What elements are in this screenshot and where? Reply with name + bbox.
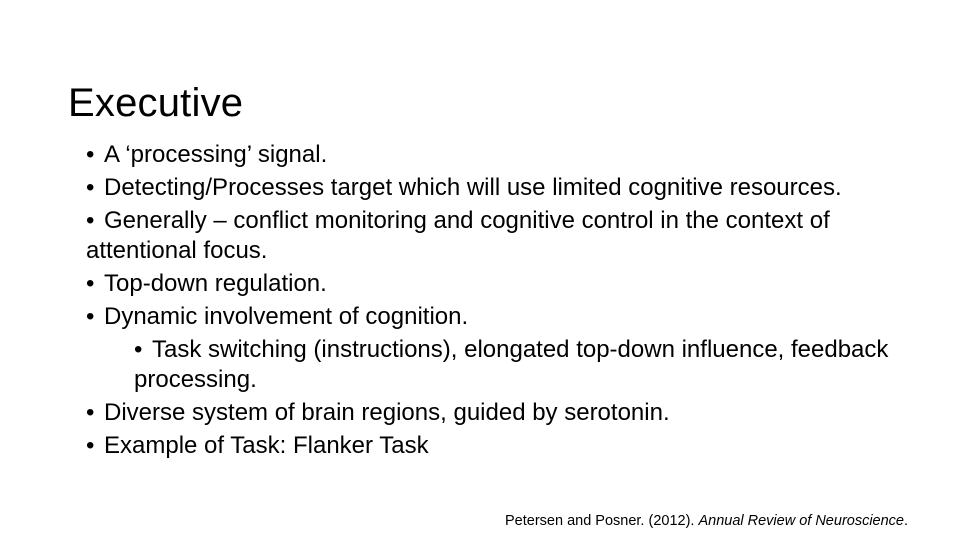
citation-authors-year: Petersen and Posner. (2012). [505,513,699,529]
list-item: • Generally – conflict monitoring and cog… [66,206,906,266]
list-item: • Detecting/Processes target which will u… [66,173,906,203]
list-item-text: Task switching (instructions), elongated… [134,336,889,393]
page-title: Executive [68,80,244,125]
slide-body: • A ‘processing’ signal. • Detecting/Proce… [66,140,906,464]
list-item-text: Top-down regulation. [104,270,327,297]
list-item: • Task switching (instructions), elongate… [66,335,906,395]
bullet-marker: • [86,207,95,234]
list-item-text: Example of Task: Flanker Task [104,432,429,459]
list-item-text: Detecting/Processes target which will us… [104,174,842,201]
slide: Executive • A ‘processing’ signal. • Detec… [0,0,960,540]
list-item: • Diverse system of brain regions, guided… [66,398,906,428]
bullet-marker: • [86,432,95,459]
citation: Petersen and Posner. (2012). Annual Revi… [505,512,908,530]
bullet-marker: • [86,174,95,201]
list-item-text: Generally – conflict monitoring and cogn… [86,207,830,264]
bullet-marker: • [86,399,95,426]
bullet-marker: • [134,336,143,363]
bullet-marker: • [86,303,95,330]
citation-suffix: . [904,513,909,529]
bullet-marker: • [86,141,95,168]
list-item: • A ‘processing’ signal. [66,140,906,170]
list-item: • Example of Task: Flanker Task [66,431,906,461]
list-item-text: Dynamic involvement of cognition. [104,303,469,330]
bullet-marker: • [86,270,95,297]
citation-journal: Annual Review of Neuroscience [698,513,904,529]
list-item: • Top-down regulation. [66,269,906,299]
list-item-text: Diverse system of brain regions, guided … [104,399,670,426]
list-item: • Dynamic involvement of cognition. [66,302,906,332]
list-item-text: A ‘processing’ signal. [104,141,328,168]
